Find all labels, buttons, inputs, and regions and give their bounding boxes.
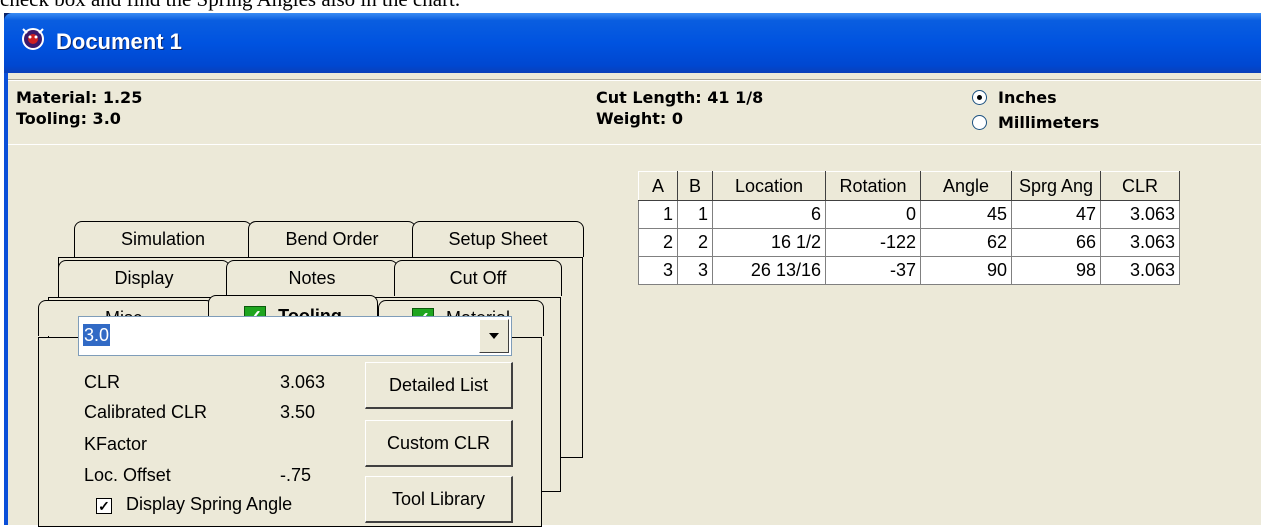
dropdown-arrow-button[interactable] (479, 319, 509, 353)
table-cell[interactable]: 3.063 (1100, 200, 1180, 229)
bend-table: A B Location Rotation Angle Sprg Ang CLR… (638, 171, 1180, 285)
document-window: Document 1 Material: 1.25 Tooling: 3.0 C… (4, 13, 1261, 527)
column-header-angle[interactable]: Angle (920, 171, 1012, 201)
calibrated-clr-value: 3.50 (280, 402, 316, 422)
clr-label: CLR (84, 372, 121, 392)
material-label: Material: 1.25 (16, 88, 143, 107)
tooling-label: Tooling: 3.0 (16, 109, 121, 128)
table-row[interactable]: 2 2 16 1/2 -122 62 66 3.063 (638, 228, 1180, 257)
millimeters-radio-label[interactable]: Millimeters (998, 113, 1099, 132)
table-cell[interactable]: 6 (712, 200, 826, 229)
table-cell[interactable]: 98 (1011, 256, 1101, 285)
column-header-sprg-ang[interactable]: Sprg Ang (1011, 171, 1101, 201)
column-header-a[interactable]: A (638, 171, 678, 201)
cut-length-label: Cut Length: 41 1/8 (596, 88, 764, 107)
tab-notes[interactable]: Notes (226, 260, 398, 296)
tab-display[interactable]: Display (58, 260, 230, 296)
tab-setup-sheet[interactable]: Setup Sheet (412, 221, 584, 257)
window-title: Document 1 (56, 29, 182, 54)
table-cell[interactable]: 47 (1011, 200, 1101, 229)
table-cell[interactable]: 3 (677, 256, 713, 285)
info-bar: Material: 1.25 Tooling: 3.0 Cut Length: … (8, 79, 1261, 145)
table-cell[interactable]: 90 (920, 256, 1012, 285)
table-cell[interactable]: 3.063 (1100, 228, 1180, 257)
millimeters-radio[interactable] (972, 115, 987, 130)
bug-app-icon (22, 28, 44, 50)
table-row[interactable]: 3 3 26 13/16 -37 90 98 3.063 (638, 256, 1180, 285)
tab-cut-off[interactable]: Cut Off (394, 260, 562, 296)
column-header-clr[interactable]: CLR (1100, 171, 1180, 201)
table-cell[interactable]: 3 (638, 256, 678, 285)
kfactor-label: KFactor (84, 434, 148, 454)
title-bar[interactable]: Document 1 (4, 13, 1261, 73)
detailed-list-button[interactable]: Detailed List (365, 362, 513, 409)
clr-value: 3.063 (280, 372, 326, 392)
table-cell[interactable]: 26 13/16 (712, 256, 826, 285)
custom-clr-button[interactable]: Custom CLR (365, 420, 513, 467)
inches-radio-label[interactable]: Inches (998, 88, 1057, 107)
column-header-location[interactable]: Location (712, 171, 826, 201)
tool-select-value: 3.0 (83, 324, 111, 346)
table-cell[interactable]: 66 (1011, 228, 1101, 257)
tool-library-button[interactable]: Tool Library (365, 476, 513, 523)
weight-label: Weight: 0 (596, 109, 684, 128)
table-cell[interactable]: 62 (920, 228, 1012, 257)
tab-bend-order[interactable]: Bend Order (248, 221, 416, 257)
loc-offset-value: -.75 (280, 465, 312, 485)
table-cell[interactable]: 3.063 (1100, 256, 1180, 285)
display-spring-angle-label[interactable]: Display Spring Angle (126, 494, 292, 515)
loc-offset-label: Loc. Offset (84, 465, 171, 485)
table-row[interactable]: 1 1 6 0 45 47 3.063 (638, 200, 1180, 229)
table-cell[interactable]: 1 (677, 200, 713, 229)
tab-simulation[interactable]: Simulation (74, 221, 252, 257)
table-cell[interactable]: 0 (825, 200, 921, 229)
document-caption-text: check box and find the Spring Angles als… (0, 0, 460, 12)
table-cell[interactable]: 16 1/2 (712, 228, 826, 257)
column-header-rotation[interactable]: Rotation (825, 171, 921, 201)
chevron-down-icon (489, 333, 499, 339)
bend-table-header-row: A B Location Rotation Angle Sprg Ang CLR (638, 171, 1180, 201)
window-client-area: Material: 1.25 Tooling: 3.0 Cut Length: … (8, 73, 1261, 527)
table-cell[interactable]: -122 (825, 228, 921, 257)
tool-select-combobox[interactable]: 3.0 (78, 316, 512, 356)
table-cell[interactable]: 2 (638, 228, 678, 257)
column-header-b[interactable]: B (677, 171, 713, 201)
inches-radio[interactable] (972, 90, 987, 105)
display-spring-angle-checkbox[interactable]: ✓ (96, 498, 112, 514)
table-cell[interactable]: -37 (825, 256, 921, 285)
table-cell[interactable]: 45 (920, 200, 1012, 229)
table-cell[interactable]: 1 (638, 200, 678, 229)
calibrated-clr-label: Calibrated CLR (84, 402, 208, 422)
table-cell[interactable]: 2 (677, 228, 713, 257)
